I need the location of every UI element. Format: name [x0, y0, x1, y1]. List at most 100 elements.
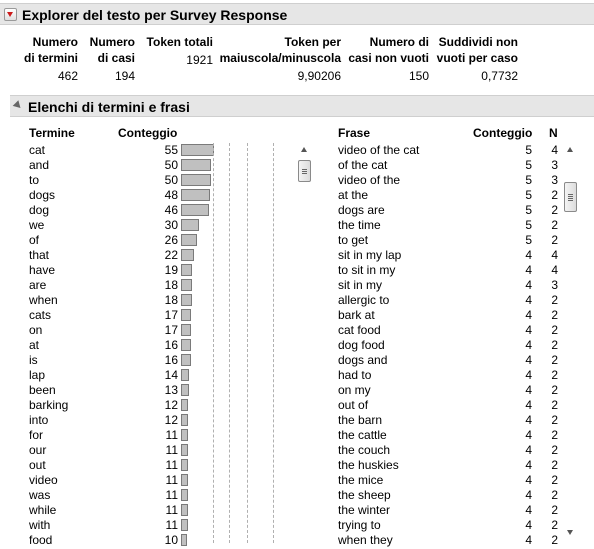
phrase-row-label[interactable]: out of	[338, 398, 468, 413]
phrase-row-label[interactable]: had to	[338, 368, 468, 383]
term-row-label[interactable]: been	[29, 383, 109, 398]
phrase-row-label[interactable]: the barn	[338, 413, 468, 428]
phrase-row-count: 4	[525, 263, 532, 277]
bar-gridline	[229, 143, 230, 543]
phrase-row-count: 5	[525, 233, 532, 247]
phrase-n-list: 433222244322222222222222222	[540, 143, 558, 548]
term-row-label[interactable]: and	[29, 158, 109, 173]
scroll-up-arrow-icon[interactable]	[301, 147, 307, 152]
term-count-bar	[181, 459, 188, 471]
summary-header-line: Numero	[89, 35, 135, 49]
phrase-row-n: 2	[551, 533, 558, 547]
scroll-up-arrow-icon[interactable]	[567, 147, 573, 152]
phrase-row-count: 4	[525, 488, 532, 502]
term-list: cat and to dogs dog we of that have are when cats on…	[29, 143, 109, 548]
phrase-row-label[interactable]: at the	[338, 188, 468, 203]
phrase-row-count: 5	[525, 218, 532, 232]
term-row-label[interactable]: dogs	[29, 188, 109, 203]
phrase-list-scrollbar[interactable]	[563, 143, 578, 543]
phrase-row-label[interactable]: the couch	[338, 443, 468, 458]
phrase-row-label[interactable]: to get	[338, 233, 468, 248]
term-row-label[interactable]: is	[29, 353, 109, 368]
phrase-row-n: 2	[551, 353, 558, 367]
term-row-label[interactable]: for	[29, 428, 109, 443]
red-triangle-menu-icon[interactable]	[4, 8, 17, 21]
term-row-label[interactable]: out	[29, 458, 109, 473]
term-row-label[interactable]: dog	[29, 203, 109, 218]
summary-header-line: casi non vuoti	[348, 51, 429, 65]
term-row-label[interactable]: that	[29, 248, 109, 263]
phrase-row-label[interactable]: trying to	[338, 518, 468, 533]
summary-header-line: Token per	[284, 35, 341, 49]
phrase-row-label[interactable]: the time	[338, 218, 468, 233]
phrase-row-label[interactable]: cat food	[338, 323, 468, 338]
term-row-label[interactable]: barking	[29, 398, 109, 413]
term-row-label[interactable]: cats	[29, 308, 109, 323]
term-row-label[interactable]: with	[29, 518, 109, 533]
phrase-row-label[interactable]: allergic to	[338, 293, 468, 308]
term-row-label[interactable]: on	[29, 323, 109, 338]
disclosure-icon[interactable]	[12, 100, 24, 111]
term-count-bar	[181, 489, 188, 501]
phrase-n-column-header[interactable]: N	[549, 126, 558, 140]
phrase-column-header[interactable]: Frase	[338, 126, 370, 140]
phrase-row-label[interactable]: dog food	[338, 338, 468, 353]
phrase-row-label[interactable]: bark at	[338, 308, 468, 323]
phrase-row-label[interactable]: when they	[338, 533, 468, 548]
summary-header-line: di casi	[97, 51, 135, 65]
phrase-row-label[interactable]: the cattle	[338, 428, 468, 443]
term-row-label[interactable]: was	[29, 488, 109, 503]
phrase-row-label[interactable]: dogs are	[338, 203, 468, 218]
phrase-row-label[interactable]: to sit in my	[338, 263, 468, 278]
phrase-row-label[interactable]: the sheep	[338, 488, 468, 503]
term-row-label[interactable]: video	[29, 473, 109, 488]
term-list-scrollbar[interactable]	[297, 143, 312, 543]
term-row-label[interactable]: cat	[29, 143, 109, 158]
summary-column: Numero di termini 462	[0, 34, 78, 84]
phrase-row-label[interactable]: video of the cat	[338, 143, 468, 158]
phrase-row-count: 4	[525, 368, 532, 382]
phrase-row-label[interactable]: the huskies	[338, 458, 468, 473]
term-count-bar	[181, 354, 191, 366]
phrase-row-label[interactable]: sit in my lap	[338, 248, 468, 263]
term-row-label[interactable]: have	[29, 263, 109, 278]
term-row-label[interactable]: at	[29, 338, 109, 353]
scroll-thumb[interactable]	[298, 160, 311, 182]
phrase-row-label[interactable]: video of the	[338, 173, 468, 188]
phrase-row-label[interactable]: the mice	[338, 473, 468, 488]
phrase-row-label[interactable]: dogs and	[338, 353, 468, 368]
bar-gridline	[247, 143, 248, 543]
phrase-row-n: 2	[551, 293, 558, 307]
term-row-label[interactable]: of	[29, 233, 109, 248]
phrase-row-n: 2	[551, 188, 558, 202]
phrase-row-count: 4	[525, 338, 532, 352]
term-row-label[interactable]: lap	[29, 368, 109, 383]
term-row-count: 12	[164, 398, 178, 412]
phrase-row-count: 4	[525, 458, 532, 472]
phrase-row-count: 4	[525, 533, 532, 547]
phrase-count-column-header[interactable]: Conteggio	[473, 126, 532, 140]
term-row-label[interactable]: food	[29, 533, 109, 548]
phrase-row-label[interactable]: sit in my	[338, 278, 468, 293]
term-row-label[interactable]: into	[29, 413, 109, 428]
scroll-down-arrow-icon[interactable]	[567, 530, 573, 535]
term-row-count: 13	[164, 383, 178, 397]
phrase-row-label[interactable]: on my	[338, 383, 468, 398]
term-row-label[interactable]: are	[29, 278, 109, 293]
phrase-row-n: 2	[551, 368, 558, 382]
scroll-thumb[interactable]	[564, 182, 577, 212]
term-row-label[interactable]: our	[29, 443, 109, 458]
term-row-label[interactable]: we	[29, 218, 109, 233]
phrase-row-label[interactable]: of the cat	[338, 158, 468, 173]
phrase-row-label[interactable]: the winter	[338, 503, 468, 518]
term-count-column-header[interactable]: Conteggio	[118, 126, 177, 140]
term-row-label[interactable]: when	[29, 293, 109, 308]
phrase-row-count: 5	[525, 143, 532, 157]
term-column-header[interactable]: Termine	[29, 126, 75, 140]
phrase-row-count: 4	[525, 278, 532, 292]
term-row-label[interactable]: to	[29, 173, 109, 188]
phrase-row-n: 2	[551, 428, 558, 442]
term-count-bar	[181, 339, 191, 351]
term-row-label[interactable]: while	[29, 503, 109, 518]
term-bar-chart	[181, 143, 241, 546]
